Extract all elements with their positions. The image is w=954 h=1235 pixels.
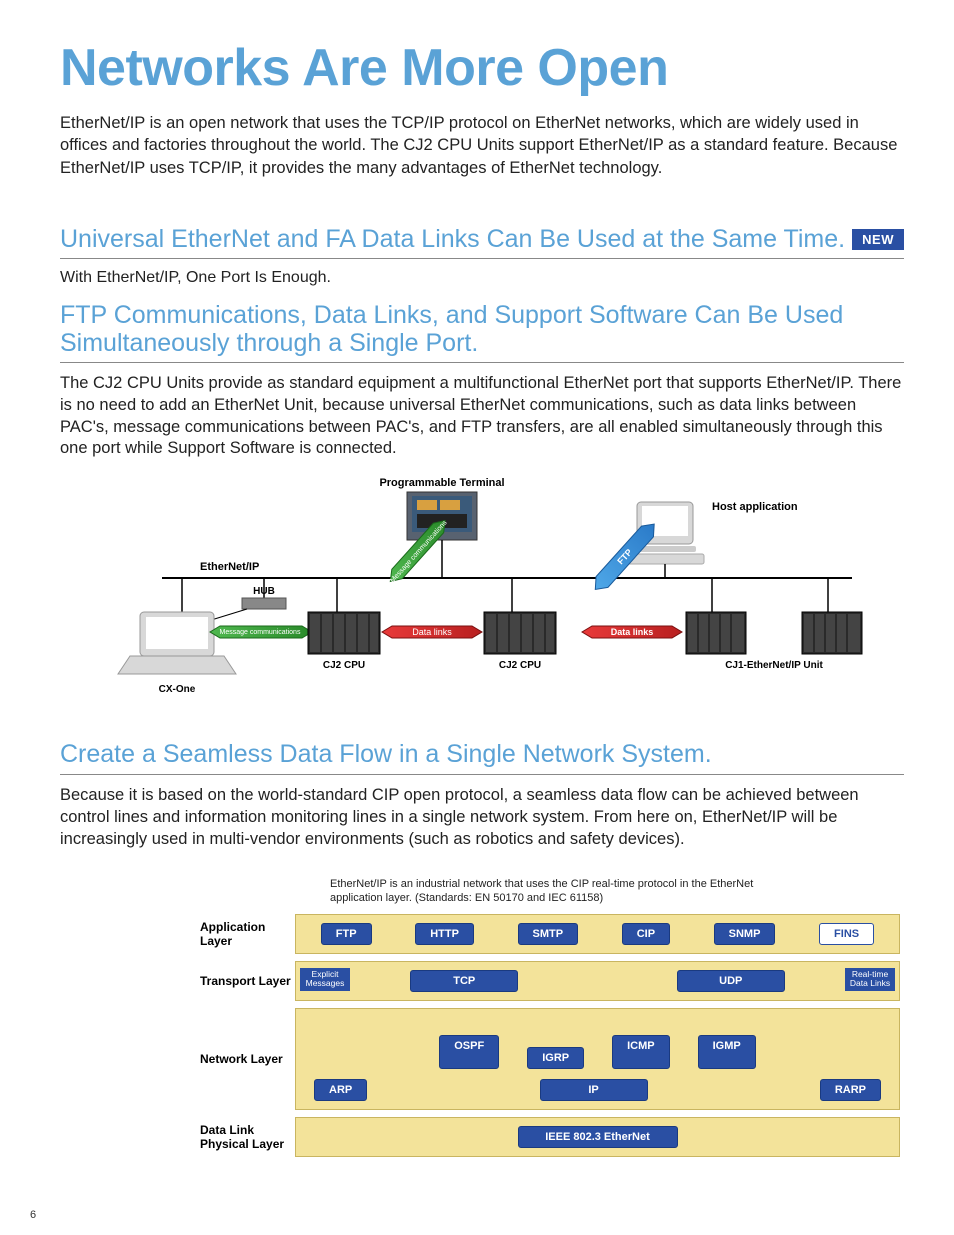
proto-http: HTTP	[415, 923, 474, 945]
cj1-unit-2-icon	[802, 612, 862, 654]
datalink-layer-row: Data Link Physical Layer IEEE 802.3 Ethe…	[200, 1117, 900, 1157]
transport-layer-label: Transport Layer	[200, 961, 295, 1001]
section1-heading: Universal EtherNet and FA Data Links Can…	[60, 225, 845, 254]
transport-layer-row: Transport Layer Explicit Messages TCP UD…	[200, 961, 900, 1001]
cj2-cpu-2-icon: CJ2 CPU	[484, 612, 556, 671]
proto-igrp: IGRP	[527, 1047, 584, 1069]
proto-ospf: OSPF	[439, 1035, 499, 1069]
intro-paragraph: EtherNet/IP is an open network that uses…	[60, 112, 904, 179]
app-layer-row: Application Layer FTP HTTP SMTP CIP SNMP…	[200, 914, 900, 954]
app-layer-label: Application Layer	[200, 914, 295, 954]
proto-smtp: SMTP	[518, 923, 579, 945]
proto-ftp: FTP	[321, 923, 372, 945]
proto-ieee: IEEE 802.3 EtherNet	[518, 1126, 678, 1148]
tag-realtime: Real-time Data Links	[845, 968, 895, 991]
label-prog-terminal: Programmable Terminal	[379, 477, 504, 489]
proto-cip: CIP	[622, 923, 670, 945]
datalink-layer-label: Data Link Physical Layer	[200, 1117, 295, 1157]
section2-header-row: FTP Communications, Data Links, and Supp…	[60, 301, 904, 364]
proto-ip: IP	[540, 1079, 648, 1101]
section2-body: The CJ2 CPU Units provide as standard eq…	[60, 373, 904, 460]
proto-arp: ARP	[314, 1079, 367, 1101]
svg-text:CJ2 CPU: CJ2 CPU	[323, 660, 365, 671]
proto-tcp: TCP	[410, 970, 518, 992]
proto-igmp: IGMP	[698, 1035, 756, 1069]
protocol-stack-diagram: EtherNet/IP is an industrial network tha…	[200, 878, 900, 1157]
svg-text:Message communications: Message communications	[220, 629, 301, 636]
proto-rarp: RARP	[820, 1079, 881, 1101]
section2-heading: FTP Communications, Data Links, and Supp…	[60, 301, 870, 359]
label-hub: HUB	[253, 586, 275, 597]
section3-heading: Create a Seamless Data Flow in a Single …	[60, 740, 904, 775]
section1-subtext: With EtherNet/IP, One Port Is Enough.	[60, 269, 904, 287]
tag-explicit: Explicit Messages	[300, 968, 350, 991]
new-badge: NEW	[852, 229, 904, 250]
section3-body: Because it is based on the world-standar…	[60, 785, 904, 850]
proto-udp: UDP	[677, 970, 785, 992]
page-number: 6	[30, 1209, 36, 1221]
proto-snmp: SNMP	[714, 923, 776, 945]
section1-header-row: Universal EtherNet and FA Data Links Can…	[60, 225, 904, 259]
svg-text:Data links: Data links	[412, 627, 452, 637]
svg-text:Data links: Data links	[611, 627, 654, 637]
svg-text:CJ2 CPU: CJ2 CPU	[499, 660, 541, 671]
stack-note: EtherNet/IP is an industrial network tha…	[330, 878, 770, 906]
proto-icmp: ICMP	[612, 1035, 670, 1069]
svg-text:CJ1-EtherNet/IP Unit: CJ1-EtherNet/IP Unit	[725, 660, 823, 671]
proto-fins: FINS	[819, 923, 874, 945]
network-diagram: Programmable Terminal Host application E…	[72, 474, 892, 704]
cj2-cpu-1-icon: CJ2 CPU	[308, 612, 380, 671]
label-cx-one: CX-One	[159, 684, 196, 695]
label-ethernet-ip: EtherNet/IP	[200, 561, 259, 573]
page-title: Networks Are More Open	[60, 38, 904, 98]
network-layer-label: Network Layer	[200, 1008, 295, 1110]
cj1-unit-1-icon	[686, 612, 746, 654]
network-layer-row: Network Layer OSPF IGRP ICMP IGMP ARP IP…	[200, 1008, 900, 1110]
label-host-app: Host application	[712, 501, 798, 513]
